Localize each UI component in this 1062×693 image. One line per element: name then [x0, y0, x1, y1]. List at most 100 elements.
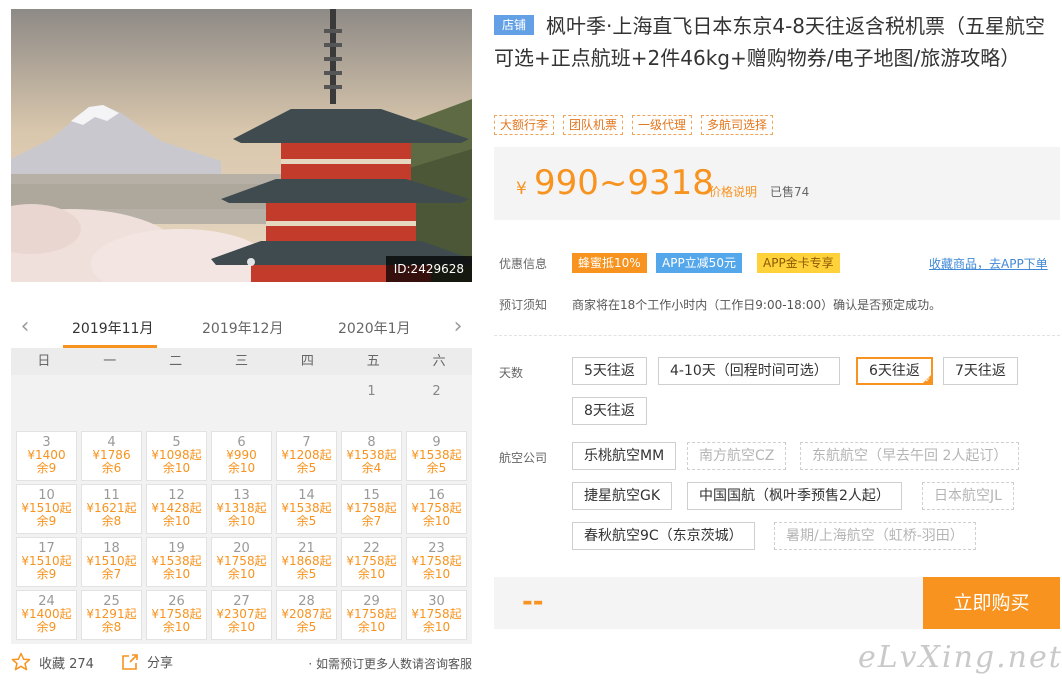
option-airline-9c[interactable]: 春秋航空9C（东京茨城） — [572, 522, 755, 550]
day-number: 22 — [363, 541, 380, 556]
day-number: 19 — [168, 541, 185, 556]
image-id-label: ID:2429628 — [385, 256, 472, 282]
selected-check-icon: ✓ — [921, 374, 932, 384]
calendar-day[interactable]: 30 ¥1758起 余10 — [406, 590, 467, 640]
option-airline-ca[interactable]: 中国国航（枫叶季预售2人起） — [687, 482, 902, 510]
calendar-day[interactable]: 26 ¥1758起 余10 — [146, 590, 207, 640]
option-airline-mm[interactable]: 乐桃航空MM — [572, 442, 677, 470]
calendar-day[interactable]: 27 ¥2307起 余10 — [211, 590, 272, 640]
calendar-day[interactable]: 19 ¥1538起 余10 — [146, 537, 207, 587]
option-airline-cz: 南方航空CZ — [687, 442, 787, 470]
day-number: 27 — [233, 594, 250, 609]
option-label: 捷星航空GK — [584, 488, 661, 504]
tab-month-2019-11[interactable]: 2019年11月 — [72, 318, 153, 338]
weekday-sat: 六 — [432, 354, 446, 369]
days-label: 天数 — [499, 366, 524, 380]
option-days-4-10[interactable]: 4-10天（回程时间可选） — [658, 357, 840, 385]
day-remaining: 余9 — [36, 514, 57, 528]
day-number: 24 — [38, 594, 55, 609]
calendar-day-unavailable: 2 — [406, 377, 467, 427]
weekday-fri: 五 — [366, 354, 380, 369]
product-hero-image[interactable]: ID:2429628 — [11, 9, 472, 282]
calendar-day[interactable]: 15 ¥1758起 余7 — [341, 484, 402, 534]
calendar-day[interactable]: 21 ¥1868起 余5 — [276, 537, 337, 587]
option-days-6[interactable]: 6天往返 ✓ — [856, 357, 933, 385]
weekday-tue: 二 — [169, 354, 183, 369]
day-number: 26 — [168, 594, 185, 609]
calendar-day[interactable]: 29 ¥1758起 余10 — [341, 590, 402, 640]
favorite-button[interactable]: 收藏 274 — [11, 652, 94, 672]
weekday-thu: 四 — [300, 354, 314, 369]
weekday-wed: 三 — [235, 354, 249, 369]
product-tags: 大额行李 团队机票 一级代理 多航司选择 — [494, 115, 782, 135]
calendar-day[interactable]: 23 ¥1758起 余10 — [406, 537, 467, 587]
carousel-dot[interactable] — [247, 258, 255, 266]
day-remaining: 余5 — [296, 620, 317, 634]
prev-month-icon[interactable]: ‹ — [15, 316, 35, 340]
calendar-day[interactable]: 25 ¥1291起 余8 — [81, 590, 142, 640]
tag-item: 多航司选择 — [701, 115, 774, 135]
calendar-day[interactable]: 11 ¥1621起 余8 — [81, 484, 142, 534]
calendar-day[interactable]: 12 ¥1428起 余10 — [146, 484, 207, 534]
calendar-day[interactable]: 22 ¥1758起 余10 — [341, 537, 402, 587]
day-remaining: 余8 — [101, 514, 122, 528]
option-days-7[interactable]: 7天往返 — [943, 357, 1018, 385]
calendar-day[interactable]: 7 ¥1208起 余5 — [276, 431, 337, 481]
app-order-link[interactable]: 收藏商品，去APP下单 — [929, 255, 1048, 272]
next-month-icon[interactable]: › — [448, 316, 468, 340]
calendar-day[interactable]: 5 ¥1098起 余10 — [146, 431, 207, 481]
option-days-8[interactable]: 8天往返 — [572, 397, 647, 425]
day-number: 25 — [103, 594, 120, 609]
day-remaining: 余9 — [36, 567, 57, 581]
tag-item: 团队机票 — [563, 115, 624, 135]
calendar-day[interactable]: 8 ¥1538起 余4 — [341, 431, 402, 481]
day-number: 6 — [237, 435, 246, 450]
option-airline-gk[interactable]: 捷星航空GK — [572, 482, 673, 510]
calendar-day[interactable]: 9 ¥1538起 余5 — [406, 431, 467, 481]
day-remaining: 余10 — [162, 461, 191, 475]
day-remaining: 余8 — [101, 620, 122, 634]
calendar-day[interactable]: 28 ¥2087起 余5 — [276, 590, 337, 640]
calendar-day[interactable]: 3 ¥1400 余9 — [16, 431, 77, 481]
calendar-day[interactable]: 16 ¥1758起 余10 — [406, 484, 467, 534]
share-label: 分享 — [147, 656, 174, 671]
share-button[interactable]: 分享 — [121, 652, 173, 671]
price-range: 990~9318 — [534, 163, 714, 203]
section-divider — [494, 335, 1060, 336]
tab-month-2019-12[interactable]: 2019年12月 — [202, 318, 283, 338]
option-label: 暑期/上海航空（虹桥-羽田） — [786, 528, 964, 544]
calendar-day[interactable]: 24 ¥1400起 余9 — [16, 590, 77, 640]
price-note-link[interactable]: 价格说明 — [709, 183, 757, 200]
day-remaining: 余9 — [36, 620, 57, 634]
day-number: 9 — [432, 435, 441, 450]
shop-badge[interactable]: 店铺 — [494, 15, 535, 35]
calendar-day[interactable]: 4 ¥1786 余6 — [81, 431, 142, 481]
calendar-day[interactable]: 17 ¥1510起 余9 — [16, 537, 77, 587]
calendar-day[interactable]: 18 ¥1510起 余7 — [81, 537, 142, 587]
calendar-day[interactable]: 20 ¥1758起 余10 — [211, 537, 272, 587]
day-remaining: 余10 — [162, 567, 191, 581]
day-remaining: 余7 — [101, 567, 122, 581]
booking-notice-text: 商家将在18个工作小时内（工作日9:00-18:00）确认是否预定成功。 — [572, 298, 942, 312]
calendar-day[interactable]: 6 ¥990 余10 — [211, 431, 272, 481]
day-number: 4 — [107, 435, 116, 450]
option-days-5[interactable]: 5天往返 — [572, 357, 647, 385]
selected-price: -- — [522, 587, 544, 617]
option-airline-mu: 东航航空（早去午回 2人起订） — [800, 442, 1020, 470]
day-remaining: 余10 — [162, 620, 191, 634]
day-number: 29 — [363, 594, 380, 609]
calendar-day[interactable]: 10 ¥1510起 余9 — [16, 484, 77, 534]
day-number: 8 — [367, 435, 376, 450]
option-airline-jl: 日本航空JL — [922, 482, 1014, 510]
tab-month-2020-01[interactable]: 2020年1月 — [338, 318, 411, 338]
day-number: 13 — [233, 488, 250, 503]
day-number: 15 — [363, 488, 380, 503]
calendar-day[interactable]: 13 ¥1318起 余10 — [211, 484, 272, 534]
day-remaining: 余9 — [36, 461, 57, 475]
promo-gold-card: APP金卡专享 — [757, 253, 840, 273]
day-remaining: 余5 — [426, 461, 447, 475]
day-number: 10 — [38, 488, 55, 503]
buy-now-button[interactable]: 立即购买 — [923, 577, 1060, 629]
option-label: 东航航空（早去午回 2人起订） — [812, 448, 1008, 464]
calendar-day[interactable]: 14 ¥1538起 余5 — [276, 484, 337, 534]
